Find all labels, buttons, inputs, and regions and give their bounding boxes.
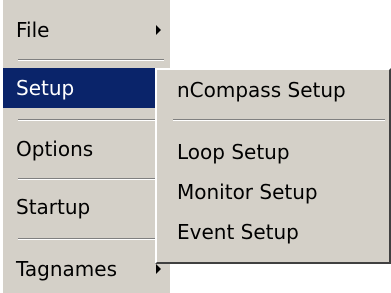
submenu-item-label: nCompass Setup bbox=[177, 78, 346, 102]
menu-item-file[interactable]: File bbox=[3, 10, 167, 50]
submenu-item-label: Loop Setup bbox=[177, 140, 290, 164]
submenu-arrow-icon bbox=[156, 25, 161, 35]
menu-item-label: Tagnames bbox=[16, 257, 117, 281]
submenu-item-label: Event Setup bbox=[177, 220, 299, 244]
menu-item-setup[interactable]: Setup bbox=[3, 68, 167, 108]
menu-separator bbox=[18, 238, 164, 240]
submenu-item-monitor-setup[interactable]: Monitor Setup bbox=[157, 172, 389, 212]
menu-item-label: File bbox=[16, 18, 50, 42]
submenu-item-event-setup[interactable]: Event Setup bbox=[157, 212, 389, 252]
submenu-arrow-icon bbox=[156, 264, 161, 274]
submenu-item-ncompass-setup[interactable]: nCompass Setup bbox=[157, 70, 389, 110]
menu-item-options[interactable]: Options bbox=[3, 129, 167, 169]
submenu-item-loop-setup[interactable]: Loop Setup bbox=[157, 132, 389, 172]
menu-item-tagnames[interactable]: Tagnames bbox=[3, 249, 167, 289]
menu-item-label: Startup bbox=[16, 195, 91, 219]
menu-separator bbox=[18, 178, 164, 180]
submenu-item-label: Monitor Setup bbox=[177, 180, 318, 204]
menu-item-label: Setup bbox=[16, 76, 75, 100]
menu-separator bbox=[18, 119, 164, 121]
main-menu: File Setup Options Startup Tagnames bbox=[0, 0, 170, 293]
menu-separator bbox=[18, 59, 164, 61]
submenu-separator bbox=[173, 119, 385, 121]
setup-submenu: nCompass Setup Loop Setup Monitor Setup … bbox=[155, 68, 391, 264]
menu-item-label: Options bbox=[16, 137, 94, 161]
menu-item-startup[interactable]: Startup bbox=[3, 187, 167, 227]
